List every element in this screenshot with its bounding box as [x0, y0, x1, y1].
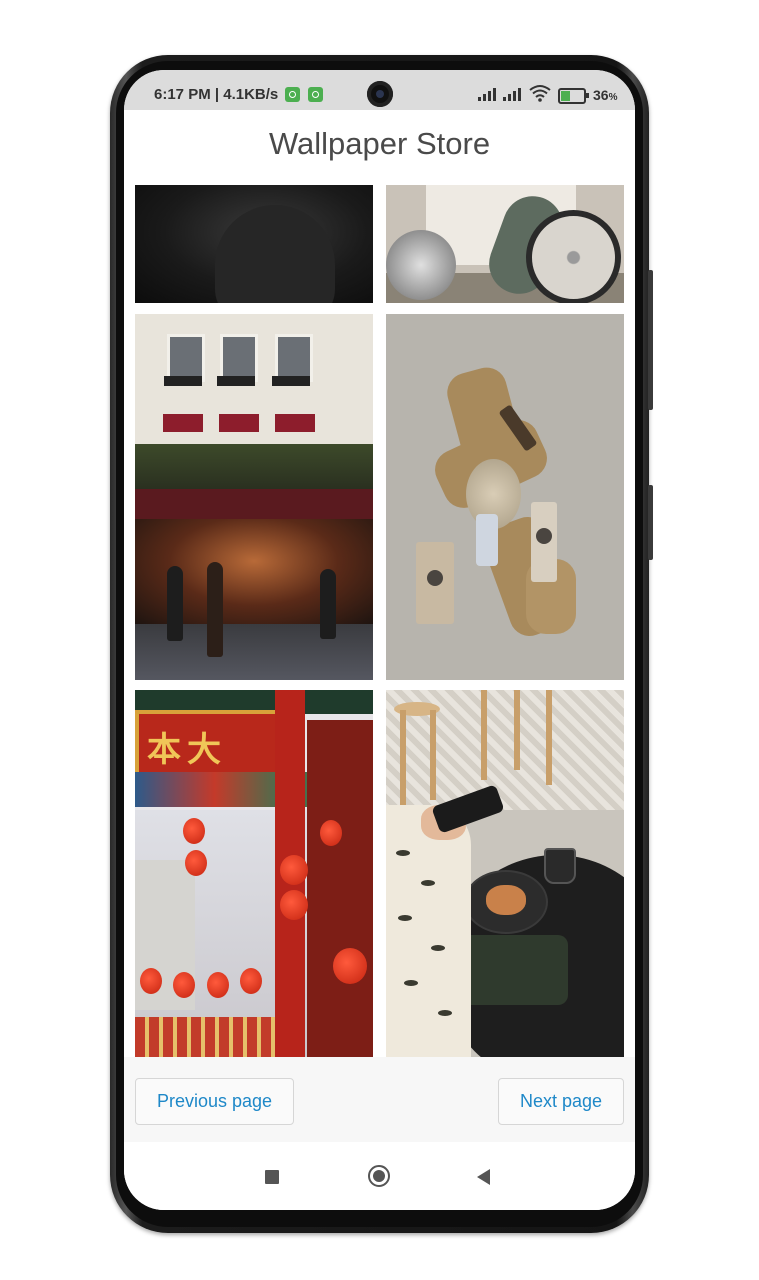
front-camera: [367, 81, 393, 107]
wallpaper-tile-cafe-table[interactable]: [386, 690, 624, 1057]
battery-percentage: 36%: [593, 87, 618, 103]
volume-button: [648, 270, 653, 410]
app-title: Wallpaper Store: [268, 126, 491, 161]
notification-badge-icon: [285, 87, 300, 102]
wallpaper-tile-chinatown[interactable]: 本大: [135, 690, 373, 1057]
signal-icon: [478, 88, 498, 101]
handbag: [458, 935, 568, 1005]
coffee-cup: [544, 848, 576, 884]
gift-tag: [476, 514, 498, 566]
status-bar: 6:17 PM | 4.1KB/s 36%: [124, 70, 635, 110]
silhouette: [215, 205, 335, 303]
wifi-icon: [529, 84, 551, 107]
signal-icon: [503, 88, 523, 101]
wheel: [526, 210, 621, 303]
next-page-button[interactable]: Next page: [498, 1078, 624, 1125]
pagination-bar: Previous page Next page: [124, 1057, 635, 1142]
notification-badge-icon: [308, 87, 323, 102]
recents-icon[interactable]: [265, 1170, 279, 1184]
wallpaper-tile-paris-cafe[interactable]: [135, 314, 373, 680]
wallpaper-tile-motorcycle[interactable]: [386, 185, 624, 303]
back-icon[interactable]: [477, 1169, 490, 1185]
screen: 6:17 PM | 4.1KB/s 36% Wallpaper Store 本大…: [124, 70, 635, 1210]
system-nav-bar: [124, 1146, 635, 1210]
wallpaper-tile-ribbon-flatlay[interactable]: [386, 314, 624, 680]
wallpaper-tile-dark-portrait[interactable]: [135, 185, 373, 303]
status-time: 6:17 PM | 4.1KB/s: [154, 86, 279, 103]
battery-charging-icon: [558, 88, 589, 104]
previous-page-button[interactable]: Previous page: [135, 1078, 294, 1125]
home-icon[interactable]: [368, 1165, 390, 1187]
power-button: [648, 485, 653, 560]
